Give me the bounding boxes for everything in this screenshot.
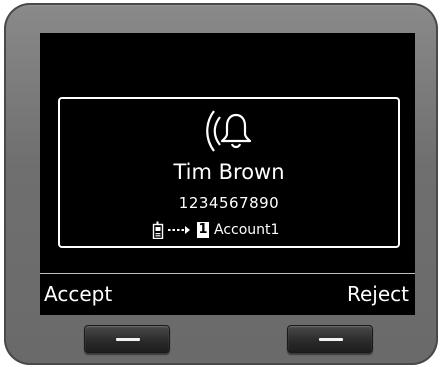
- handset-icon: [152, 221, 164, 239]
- reject-button[interactable]: [287, 325, 373, 353]
- minus-icon: [116, 338, 140, 341]
- incoming-call-panel: Tim Brown 1234567890 1 Account1: [58, 97, 400, 248]
- minus-icon: [319, 338, 343, 341]
- reject-softkey-label: Reject: [346, 282, 409, 306]
- dotted-arrow-icon: [168, 226, 190, 234]
- caller-number: 1234567890: [178, 194, 280, 212]
- ringing-bell-icon: [206, 110, 252, 152]
- phone-device: Tim Brown 1234567890 1 Account1 Accept R…: [4, 3, 438, 365]
- caller-name: Tim Brown: [173, 160, 285, 184]
- account-row: 1 Account1: [152, 220, 279, 240]
- account-number-badge: 1: [197, 222, 209, 238]
- account-name: Account1: [214, 222, 280, 238]
- accept-button[interactable]: [84, 325, 170, 353]
- accept-softkey-label: Accept: [44, 282, 113, 306]
- softkey-divider: [40, 273, 415, 274]
- display-screen: Tim Brown 1234567890 1 Account1 Accept R…: [40, 33, 415, 315]
